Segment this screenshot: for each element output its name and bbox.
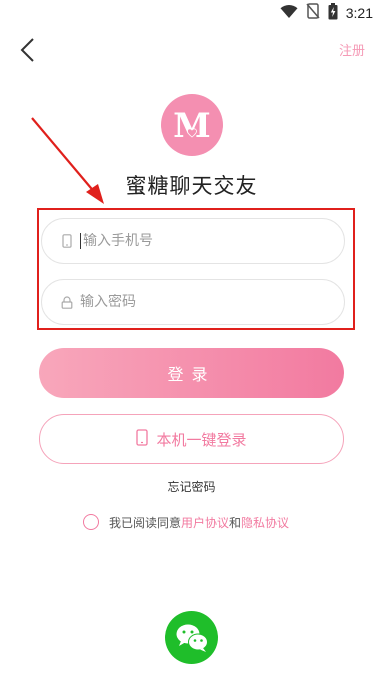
privacy-agreement-link[interactable]: 隐私协议: [241, 514, 289, 531]
text-cursor: [80, 233, 81, 249]
annotation-arrow: [31, 117, 104, 204]
agreement-conj: 和: [229, 515, 242, 530]
wechat-login-button[interactable]: [165, 611, 218, 664]
status-bar: 3:21: [0, 0, 383, 26]
forgot-password-link[interactable]: 忘记密码: [0, 478, 383, 495]
user-agreement-link[interactable]: 用户协议: [181, 514, 229, 531]
phone-input[interactable]: [83, 233, 323, 249]
chevron-left-icon: [20, 38, 34, 62]
login-button[interactable]: 登录: [39, 348, 344, 398]
wechat-icon: [176, 624, 208, 652]
agree-radio[interactable]: [83, 514, 99, 530]
lock-icon: [60, 295, 74, 309]
no-sim-icon: [306, 3, 320, 23]
password-field[interactable]: [41, 279, 345, 325]
app-logo: M: [161, 94, 223, 156]
status-icons: 3:21: [280, 2, 373, 24]
phone-field[interactable]: [41, 218, 345, 264]
wifi-icon: [280, 4, 298, 23]
back-button[interactable]: [14, 36, 42, 64]
status-time: 3:21: [345, 5, 373, 21]
agreement-row: 我已阅读同意 用户协议 和 隐私协议: [83, 512, 289, 532]
mobile-phone-icon: [136, 428, 149, 450]
register-link[interactable]: 注册: [339, 40, 365, 59]
password-input[interactable]: [80, 294, 320, 310]
logo-mark: M: [173, 106, 211, 146]
one-key-login-button[interactable]: 本机一键登录: [39, 414, 344, 464]
logo-letter: M: [173, 106, 211, 146]
one-key-login-label: 本机一键登录: [156, 430, 247, 449]
agreement-prefix: 我已阅读同意: [109, 515, 182, 530]
phone-icon: [60, 234, 74, 248]
battery-charging-icon: [328, 2, 338, 24]
